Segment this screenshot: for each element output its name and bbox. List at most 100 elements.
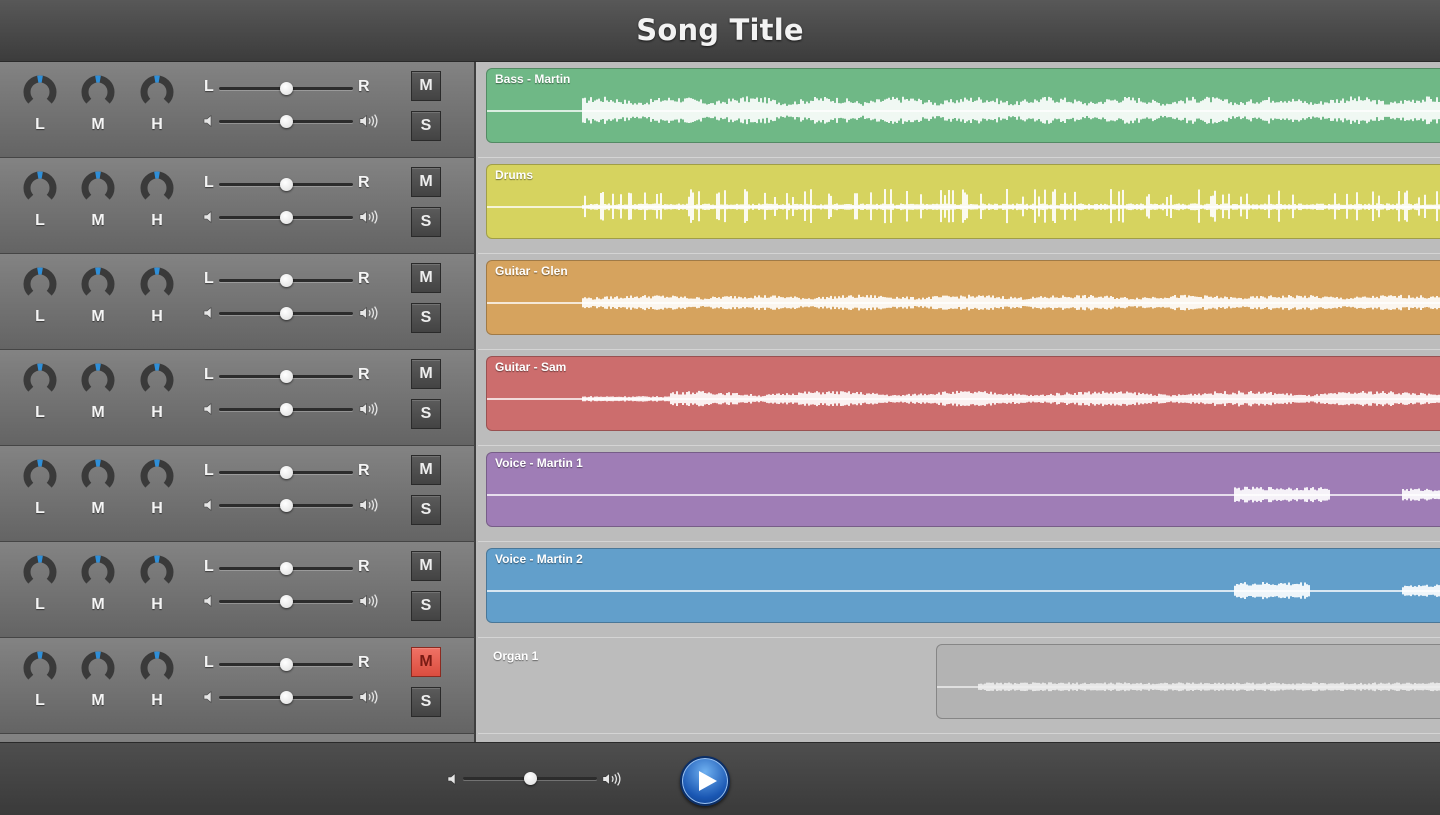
volume-slider[interactable]	[219, 401, 353, 417]
mute-button[interactable]: M	[411, 167, 441, 197]
eq-knob-m[interactable]: M	[78, 362, 118, 436]
volume-slider[interactable]	[219, 209, 353, 225]
solo-button[interactable]: S	[411, 111, 441, 141]
eq-knob-dial[interactable]	[22, 74, 58, 110]
eq-knob-h[interactable]: H	[137, 266, 177, 340]
eq-knob-dial[interactable]	[139, 458, 175, 494]
eq-knob-l[interactable]: L	[20, 74, 60, 148]
eq-knob-m[interactable]: M	[78, 554, 118, 628]
volume-slider-thumb[interactable]	[280, 211, 293, 224]
volume-slider-thumb[interactable]	[280, 595, 293, 608]
solo-button[interactable]: S	[411, 303, 441, 333]
master-volume-slider[interactable]	[463, 770, 597, 786]
pan-slider-thumb[interactable]	[280, 178, 293, 191]
eq-knob-m[interactable]: M	[78, 74, 118, 148]
eq-knob-dial[interactable]	[139, 266, 175, 302]
eq-knob-l[interactable]: L	[20, 362, 60, 436]
pan-slider[interactable]	[219, 272, 353, 288]
pan-slider[interactable]	[219, 176, 353, 192]
play-button[interactable]	[680, 756, 730, 806]
volume-slider-thumb[interactable]	[280, 307, 293, 320]
eq-knob-l[interactable]: L	[20, 266, 60, 340]
mute-button[interactable]: M	[411, 455, 441, 485]
eq-knob-m[interactable]: M	[78, 170, 118, 244]
mute-button[interactable]: M	[411, 647, 441, 677]
pan-slider[interactable]	[219, 368, 353, 384]
eq-knob-dial[interactable]	[80, 362, 116, 398]
eq-knob-dial[interactable]	[139, 74, 175, 110]
eq-knob-h[interactable]: H	[137, 650, 177, 724]
eq-knob-dial[interactable]	[22, 362, 58, 398]
pan-slider-thumb[interactable]	[280, 274, 293, 287]
volume-slider-thumb[interactable]	[280, 499, 293, 512]
track-lane[interactable]: Bass - Martin	[478, 62, 1440, 158]
audio-clip[interactable]: Bass - Martin	[486, 68, 1440, 143]
pan-slider-thumb[interactable]	[280, 658, 293, 671]
solo-button[interactable]: S	[411, 207, 441, 237]
eq-knob-dial[interactable]	[139, 170, 175, 206]
eq-knob-dial[interactable]	[80, 650, 116, 686]
eq-knob-l[interactable]: L	[20, 170, 60, 244]
mute-button[interactable]: M	[411, 551, 441, 581]
eq-knob-l[interactable]: L	[20, 554, 60, 628]
eq-knob-dial[interactable]	[139, 362, 175, 398]
eq-knob-m[interactable]: M	[78, 266, 118, 340]
eq-knob-l[interactable]: L	[20, 458, 60, 532]
pan-slider[interactable]	[219, 80, 353, 96]
eq-knob-h[interactable]: H	[137, 170, 177, 244]
volume-slider[interactable]	[219, 305, 353, 321]
eq-knob-dial[interactable]	[139, 554, 175, 590]
pan-slider-thumb[interactable]	[280, 82, 293, 95]
master-volume-thumb[interactable]	[524, 772, 537, 785]
eq-knob-h[interactable]: H	[137, 458, 177, 532]
solo-button[interactable]: S	[411, 687, 441, 717]
volume-slider[interactable]	[219, 689, 353, 705]
mute-button[interactable]: M	[411, 263, 441, 293]
track-lane[interactable]: Voice - Martin 2	[478, 542, 1440, 638]
audio-clip[interactable]: Voice - Martin 1	[486, 452, 1440, 527]
volume-slider-thumb[interactable]	[280, 691, 293, 704]
audio-clip[interactable]: Drums	[486, 164, 1440, 239]
pan-slider[interactable]	[219, 464, 353, 480]
eq-knob-l[interactable]: L	[20, 650, 60, 724]
pan-slider-thumb[interactable]	[280, 466, 293, 479]
track-lane[interactable]: Drums	[478, 158, 1440, 254]
eq-knob-dial[interactable]	[22, 266, 58, 302]
audio-clip[interactable]: Guitar - Glen	[486, 260, 1440, 335]
eq-knob-dial[interactable]	[139, 650, 175, 686]
eq-knob-m[interactable]: M	[78, 458, 118, 532]
track-lane[interactable]: Voice - Martin 1	[478, 446, 1440, 542]
eq-knob-h[interactable]: H	[137, 362, 177, 436]
volume-slider-thumb[interactable]	[280, 115, 293, 128]
eq-knob-h[interactable]: H	[137, 74, 177, 148]
solo-button[interactable]: S	[411, 591, 441, 621]
solo-button[interactable]: S	[411, 495, 441, 525]
pan-slider[interactable]	[219, 656, 353, 672]
eq-knob-dial[interactable]	[22, 458, 58, 494]
mute-button[interactable]: M	[411, 71, 441, 101]
audio-clip[interactable]	[936, 644, 1440, 719]
eq-knob-dial[interactable]	[80, 74, 116, 110]
track-lane[interactable]: Guitar - Glen	[478, 254, 1440, 350]
tracks-area[interactable]: L M H L R M S Bass - Martin L M H L R M S Drums L M H L R M S G…	[0, 62, 1440, 742]
audio-clip[interactable]: Guitar - Sam	[486, 356, 1440, 431]
eq-knob-dial[interactable]	[22, 650, 58, 686]
audio-clip[interactable]: Voice - Martin 2	[486, 548, 1440, 623]
volume-slider[interactable]	[219, 593, 353, 609]
mute-button[interactable]: M	[411, 359, 441, 389]
track-lane[interactable]: Organ 1	[478, 638, 1440, 734]
pan-slider-thumb[interactable]	[280, 370, 293, 383]
eq-knob-m[interactable]: M	[78, 650, 118, 724]
pan-slider[interactable]	[219, 560, 353, 576]
eq-knob-dial[interactable]	[22, 170, 58, 206]
eq-knob-dial[interactable]	[80, 458, 116, 494]
volume-slider-thumb[interactable]	[280, 403, 293, 416]
track-lane[interactable]: Guitar - Sam	[478, 350, 1440, 446]
eq-knob-dial[interactable]	[80, 266, 116, 302]
eq-knob-dial[interactable]	[22, 554, 58, 590]
eq-knob-h[interactable]: H	[137, 554, 177, 628]
pan-slider-thumb[interactable]	[280, 562, 293, 575]
eq-knob-dial[interactable]	[80, 554, 116, 590]
eq-knob-dial[interactable]	[80, 170, 116, 206]
volume-slider[interactable]	[219, 497, 353, 513]
